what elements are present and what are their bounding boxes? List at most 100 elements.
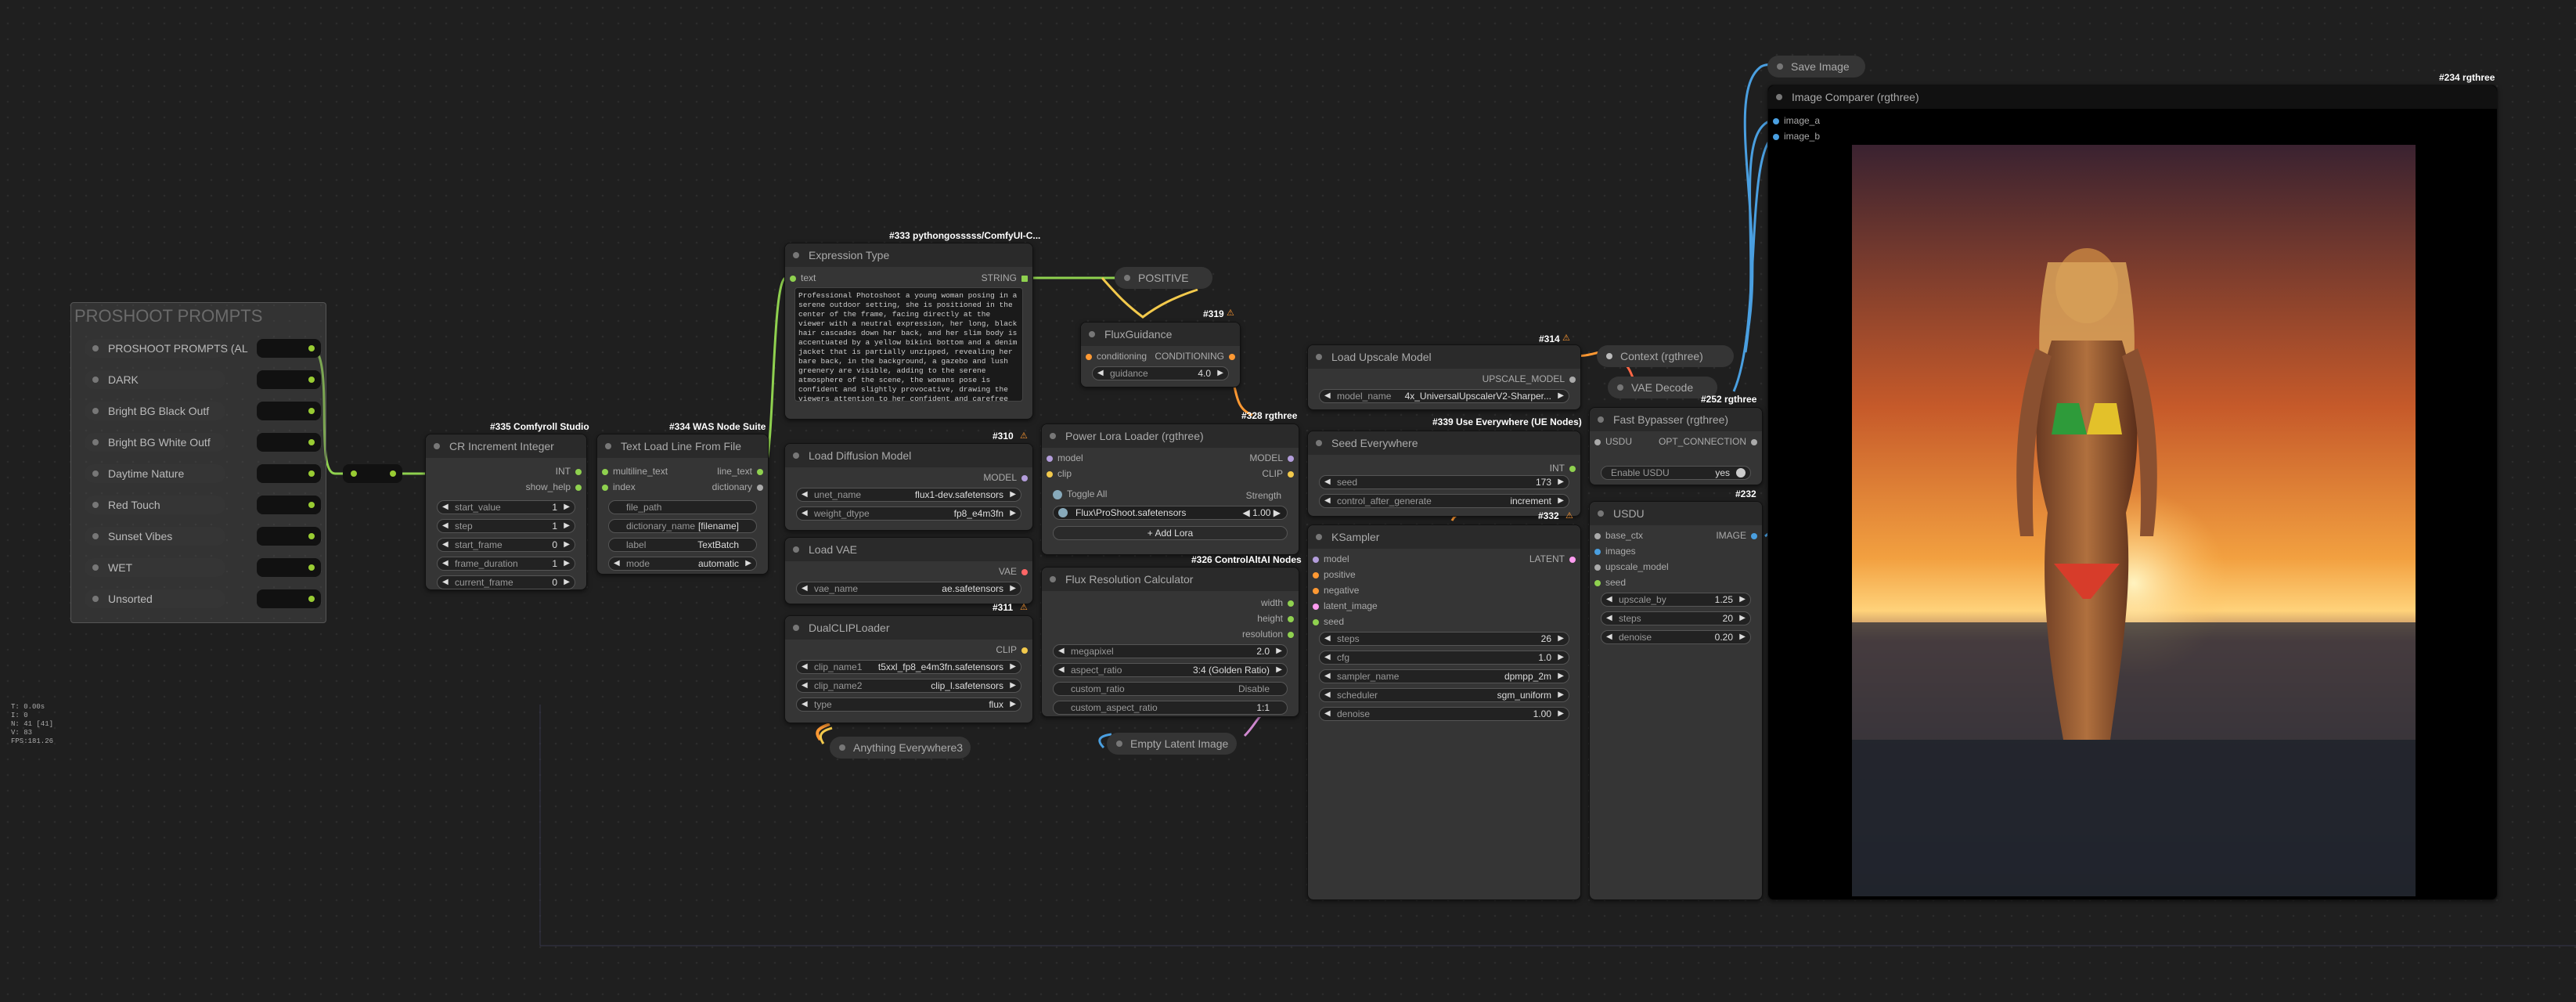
collapse-dot-icon[interactable] [1776,94,1782,100]
prompt-toggle[interactable] [257,496,321,514]
input-slot[interactable]: clip [1042,468,1072,479]
prompt-node[interactable]: Bright BG White Outf [85,433,225,452]
node-title[interactable]: USDU [1590,502,1762,525]
node-positive[interactable]: POSITIVE [1115,267,1212,289]
input-slot[interactable]: conditioning [1081,351,1147,362]
collapse-dot-icon[interactable] [92,408,99,414]
collapse-dot-icon[interactable] [839,744,845,751]
input-slot[interactable]: negative [1308,585,1359,596]
input-slot[interactable]: USDU [1590,436,1632,447]
prompt-toggle[interactable] [257,433,321,452]
collapse-dot-icon[interactable] [92,596,99,602]
input-slot[interactable]: text [785,272,816,283]
input-slot[interactable]: image_b [1768,131,1820,142]
collapse-dot-icon[interactable] [1116,741,1122,747]
collapse-dot-icon[interactable] [92,377,99,383]
widget-frame-duration[interactable]: frame_duration 1 [437,557,575,571]
node-anything-everywhere3[interactable]: Anything Everywhere3 [830,737,971,759]
collapse-dot-icon[interactable] [1316,354,1322,360]
prompt-textarea[interactable]: Professional Photoshoot a young woman po… [794,287,1023,402]
node-title[interactable]: Seed Everywhere [1308,431,1580,455]
lora-name[interactable]: Flux\ProShoot.safetensors [1075,506,1186,519]
output-slot[interactable]: height [1257,613,1299,624]
prompt-node[interactable]: Red Touch [85,496,225,514]
toggle-all[interactable]: Toggle All [1053,488,1107,499]
widget-file-path[interactable]: file_path [608,500,757,514]
node-title[interactable]: Expression Type [785,243,1032,267]
node-flux-guidance[interactable]: FluxGuidance conditioning CONDITIONING g… [1080,322,1241,387]
node-title[interactable]: Load VAE [785,538,1032,561]
widget-custom-aspect-ratio[interactable]: custom_aspect_ratio 1:1 [1053,701,1288,715]
widget-denoise[interactable]: denoise 1.00 [1319,707,1569,721]
node-usdu[interactable]: USDU base_ctx images upscale_model seed … [1589,501,1763,900]
widget-vae-name[interactable]: vae_name ae.safetensors [796,582,1021,596]
collapse-dot-icon[interactable] [92,564,99,571]
node-flux-resolution-calculator[interactable]: Flux Resolution Calculator width height … [1041,567,1299,717]
collapse-dot-icon[interactable] [92,502,99,508]
collapse-dot-icon[interactable] [1050,433,1056,439]
widget-current-frame[interactable]: current_frame 0 [437,575,575,589]
output-slot[interactable]: line_text [717,466,768,477]
output-slot[interactable]: OPT_CONNECTION [1659,436,1762,447]
collapse-dot-icon[interactable] [793,252,799,258]
node-save-image[interactable]: Save Image [1767,56,1865,77]
collapse-dot-icon[interactable] [92,345,99,351]
prompt-toggle[interactable] [257,558,321,577]
output-slot[interactable]: IMAGE [1716,530,1762,541]
input-slot[interactable]: base_ctx [1590,530,1643,541]
node-load-diffusion-model[interactable]: Load Diffusion Model MODEL unet_name flux… [784,443,1033,531]
node-empty-latent-image[interactable]: Empty Latent Image [1107,733,1237,755]
node-title[interactable]: DualCLIPLoader [785,616,1032,640]
output-slot[interactable]: STRING [982,272,1032,283]
collapse-dot-icon[interactable] [793,452,799,459]
node-expression-type[interactable]: Expression Type text STRING Professional… [784,243,1033,420]
output-slot[interactable]: CLIP [996,644,1032,655]
prompt-node[interactable]: Unsorted [85,589,225,608]
output-slot[interactable]: CLIP [1262,468,1299,479]
output-slot[interactable]: CONDITIONING [1155,351,1240,362]
output-slot[interactable]: show_help [526,481,586,492]
widget-mode[interactable]: mode automatic [608,557,757,571]
add-lora-button[interactable]: + Add Lora [1053,526,1288,540]
node-title[interactable]: Power Lora Loader (rgthree) [1042,424,1299,448]
lora-strength[interactable]: ◀ 1.00 ▶ [1243,506,1281,519]
prompt-toggle[interactable] [257,370,321,389]
collapse-dot-icon[interactable] [1617,384,1623,391]
input-slot[interactable]: images [1590,546,1636,557]
node-title[interactable]: Fast Bypasser (rgthree) [1590,408,1762,431]
collapse-dot-icon[interactable] [793,546,799,553]
node-title[interactable]: Load Diffusion Model [785,444,1032,467]
collapse-dot-icon[interactable] [1598,510,1604,517]
input-slot[interactable]: image_a [1768,115,1820,126]
collapse-dot-icon[interactable] [92,533,99,539]
widget-cfg[interactable]: cfg 1.0 [1319,651,1569,665]
prompt-toggle[interactable] [257,464,321,483]
widget-custom-ratio[interactable]: custom_ratio Disable [1053,682,1288,696]
collapse-dot-icon[interactable] [1050,576,1056,582]
input-slot[interactable]: index [597,481,636,492]
output-image[interactable] [1852,145,2416,896]
reroute-node[interactable] [343,464,402,483]
output-slot[interactable]: MODEL [1249,452,1299,463]
widget-steps[interactable]: steps 26 [1319,632,1569,646]
collapse-dot-icon[interactable] [434,443,440,449]
node-title[interactable]: FluxGuidance [1081,323,1240,346]
prompt-node[interactable]: WET [85,558,225,577]
output-slot[interactable]: width [1261,597,1299,608]
prompt-node[interactable]: DARK [85,370,225,389]
lora-toggle-icon[interactable] [1058,508,1068,517]
widget-megapixel[interactable]: megapixel 2.0 [1053,644,1288,658]
collapse-dot-icon[interactable] [793,625,799,631]
input-slot[interactable]: model [1308,553,1349,564]
prompt-toggle[interactable] [257,402,321,420]
node-title[interactable]: Text Load Line From File [597,434,768,458]
lora-row[interactable]: Flux\ProShoot.safetensors ◀ 1.00 ▶ [1053,506,1288,520]
widget-clip-name1[interactable]: clip_name1 t5xxl_fp8_e4m3fn.safetensors [796,660,1021,674]
widget-clip-name2[interactable]: clip_name2 clip_l.safetensors [796,679,1021,693]
node-title[interactable]: KSampler [1308,525,1580,549]
input-slot[interactable]: multiline_text [597,466,668,477]
collapse-dot-icon[interactable] [1089,331,1095,337]
prompt-node[interactable]: PROSHOOT PROMPTS (AL [85,339,248,358]
widget-sampler-name[interactable]: sampler_name dpmpp_2m [1319,669,1569,683]
collapse-dot-icon[interactable] [1316,534,1322,540]
